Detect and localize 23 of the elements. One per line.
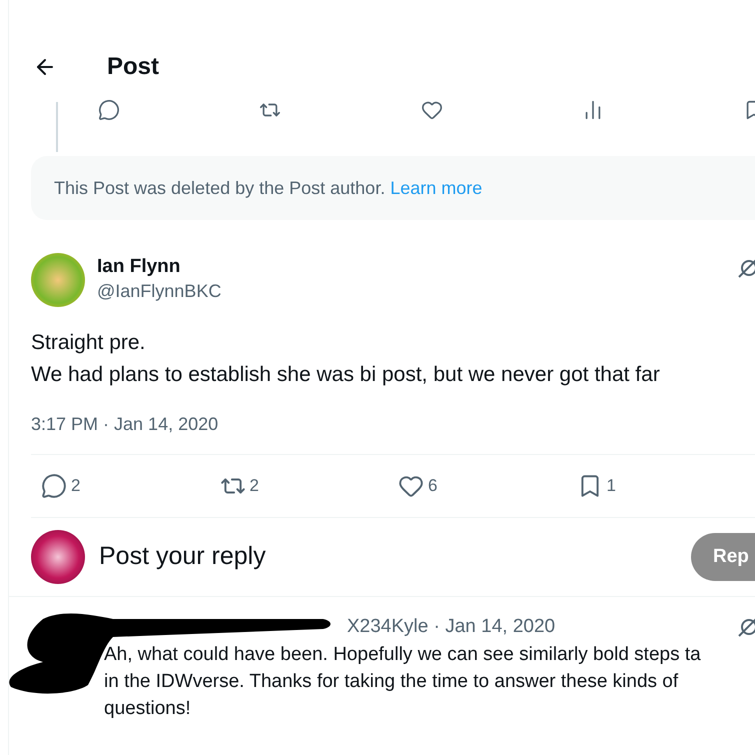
reply-input[interactable]: Post your reply xyxy=(99,538,691,576)
post-text: We had plans to establish she was bi post, but we never got that far xyxy=(31,362,661,388)
heart-icon[interactable] xyxy=(420,99,442,121)
reply-text: Ah, what could have been. Hopefully we can see similarly bold steps ta xyxy=(104,643,702,667)
author-handle[interactable]: @IanFlynnBKC xyxy=(97,279,737,303)
stat-count: 1 xyxy=(606,475,616,498)
slashed-circle-icon[interactable] xyxy=(737,616,755,638)
notice-text: This Post was deleted by the Post author. xyxy=(54,176,386,200)
page-title: Post xyxy=(107,52,160,82)
reply-icon[interactable] xyxy=(41,473,67,499)
stat-count: 2 xyxy=(250,475,259,498)
stat-count: 6 xyxy=(428,475,438,498)
reply-text: questions! xyxy=(104,697,192,721)
post-timestamp: 3:17 PM · Jan 14, 2020 xyxy=(31,413,220,436)
author-name[interactable]: Ian Flynn xyxy=(97,255,737,279)
reply-meta: X234Kyle · Jan 14, 2020 xyxy=(347,614,556,639)
post-text: Straight pre. xyxy=(31,330,146,356)
stat-count: 2 xyxy=(71,475,80,498)
reply-icon[interactable] xyxy=(98,99,120,121)
avatar xyxy=(31,530,85,584)
slashed-circle-icon[interactable] xyxy=(737,257,755,279)
reply-button[interactable]: Rep xyxy=(691,533,755,581)
reply-text: in the IDWverse. Thanks for taking the time to answer these kinds of xyxy=(104,670,680,694)
